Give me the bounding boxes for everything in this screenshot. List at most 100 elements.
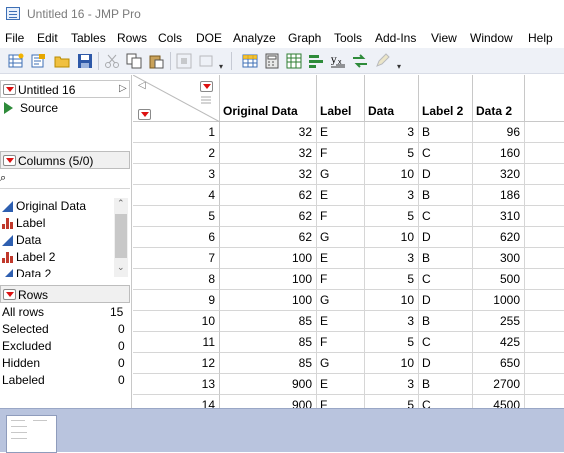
table-cell[interactable]: D	[419, 164, 473, 185]
table-cell[interactable]: G	[317, 227, 365, 248]
table-cell[interactable]: 5	[365, 269, 419, 290]
table-cell[interactable]: 425	[473, 332, 525, 353]
formula-icon[interactable]: yx	[330, 53, 346, 69]
table-cell[interactable]: C	[419, 269, 473, 290]
table-cell[interactable]: 5	[365, 143, 419, 164]
table-cell[interactable]: B	[419, 311, 473, 332]
row-number[interactable]: 13	[133, 374, 220, 395]
row-number[interactable]: 7	[133, 248, 220, 269]
menu-edit[interactable]: Edit	[37, 31, 58, 45]
table-cell[interactable]: G	[317, 164, 365, 185]
table-cell[interactable]: 62	[220, 185, 317, 206]
column-header-label-2[interactable]: Label 2	[419, 101, 473, 122]
table-cell[interactable]: 10	[365, 164, 419, 185]
rows-menu-triangle-icon[interactable]	[3, 289, 16, 300]
table-cell[interactable]: D	[419, 227, 473, 248]
row-number[interactable]: 12	[133, 353, 220, 374]
menu-add-ins[interactable]: Add-Ins	[375, 31, 416, 45]
table-cell[interactable]: 100	[220, 269, 317, 290]
table-cell[interactable]: C	[419, 206, 473, 227]
table-cell[interactable]: 186	[473, 185, 525, 206]
toolbar-overflow-2[interactable]: ▾	[397, 62, 401, 71]
bar-chart-icon[interactable]	[308, 53, 324, 69]
copy-icon[interactable]	[126, 53, 142, 69]
table-cell[interactable]: 5	[365, 395, 419, 408]
columns-menu-triangle-icon[interactable]	[3, 155, 16, 166]
row-number[interactable]: 5	[133, 206, 220, 227]
table-cell[interactable]: E	[317, 185, 365, 206]
table-cell[interactable]: B	[419, 185, 473, 206]
table-cell[interactable]: D	[419, 290, 473, 311]
table-cell[interactable]: F	[317, 332, 365, 353]
table-cell[interactable]: F	[317, 143, 365, 164]
menu-file[interactable]: File	[5, 31, 24, 45]
row-number[interactable]: 4	[133, 185, 220, 206]
window-thumbnail[interactable]	[6, 415, 57, 453]
collapse-arrow-icon[interactable]: ▷	[119, 83, 127, 94]
row-number[interactable]: 10	[133, 311, 220, 332]
menu-rows[interactable]: Rows	[117, 31, 147, 45]
table-cell[interactable]: 255	[473, 311, 525, 332]
table-cell[interactable]: E	[317, 311, 365, 332]
table-cell[interactable]: 2700	[473, 374, 525, 395]
pen-icon[interactable]	[374, 53, 390, 69]
column-search-input[interactable]: ⌕	[0, 171, 130, 189]
table-menu-triangle-icon[interactable]	[3, 84, 16, 95]
table-cell[interactable]: 85	[220, 311, 317, 332]
table-cell[interactable]: 10	[365, 353, 419, 374]
tabulate-icon[interactable]	[286, 53, 302, 69]
toolbar-overflow-1[interactable]: ▾	[219, 62, 223, 71]
row-number[interactable]: 14	[133, 395, 220, 408]
table-cell[interactable]: 500	[473, 269, 525, 290]
table-cell[interactable]: 10	[365, 227, 419, 248]
table-cell[interactable]: F	[317, 395, 365, 408]
tool-dim2-icon[interactable]	[198, 53, 214, 69]
table-cell[interactable]: 62	[220, 206, 317, 227]
menu-view[interactable]: View	[431, 31, 457, 45]
table-cell[interactable]: 3	[365, 185, 419, 206]
table-cell[interactable]: E	[317, 374, 365, 395]
scroll-down-icon[interactable]: ⌄	[117, 262, 125, 273]
menu-tables[interactable]: Tables	[71, 31, 106, 45]
table-cell[interactable]: 160	[473, 143, 525, 164]
table-cell[interactable]: 100	[220, 290, 317, 311]
column-header-original-data[interactable]: Original Data	[220, 101, 317, 122]
menu-graph[interactable]: Graph	[288, 31, 321, 45]
table-cell[interactable]: 32	[220, 164, 317, 185]
table-cell[interactable]: 96	[473, 122, 525, 143]
open-folder-icon[interactable]	[54, 53, 70, 69]
row-number[interactable]: 3	[133, 164, 220, 185]
play-icon[interactable]	[4, 102, 13, 114]
table-cell[interactable]: 4500	[473, 395, 525, 408]
save-icon[interactable]	[77, 53, 93, 69]
menu-help[interactable]: Help	[528, 31, 553, 45]
row-number[interactable]: 1	[133, 122, 220, 143]
cut-icon[interactable]	[104, 53, 120, 69]
table-cell[interactable]: G	[317, 353, 365, 374]
table-cell[interactable]: 85	[220, 332, 317, 353]
menu-doe[interactable]: DOE	[196, 31, 222, 45]
table-cell[interactable]: 5	[365, 206, 419, 227]
table-cell[interactable]: B	[419, 248, 473, 269]
tool-dim-icon[interactable]	[176, 53, 192, 69]
scroll-thumb[interactable]	[115, 214, 127, 258]
column-header-menu-triangle-icon[interactable]	[200, 81, 213, 92]
row-number[interactable]: 11	[133, 332, 220, 353]
menu-window[interactable]: Window	[470, 31, 513, 45]
table-cell[interactable]: 62	[220, 227, 317, 248]
column-header-label[interactable]: Label	[317, 101, 365, 122]
table-cell[interactable]: E	[317, 248, 365, 269]
table-cell[interactable]: 5	[365, 332, 419, 353]
table-cell[interactable]: D	[419, 353, 473, 374]
new-table-icon[interactable]	[8, 53, 24, 69]
row-number[interactable]: 9	[133, 290, 220, 311]
arrow-icon[interactable]	[352, 53, 368, 69]
columns-scrollbar[interactable]: ⌃ ⌄	[114, 198, 128, 277]
table-cell[interactable]: B	[419, 122, 473, 143]
table-cell[interactable]: 310	[473, 206, 525, 227]
scroll-up-icon[interactable]: ⌃	[117, 198, 125, 209]
menu-cols[interactable]: Cols	[158, 31, 182, 45]
table-cell[interactable]: F	[317, 206, 365, 227]
row-number[interactable]: 6	[133, 227, 220, 248]
table-cell[interactable]: 100	[220, 248, 317, 269]
